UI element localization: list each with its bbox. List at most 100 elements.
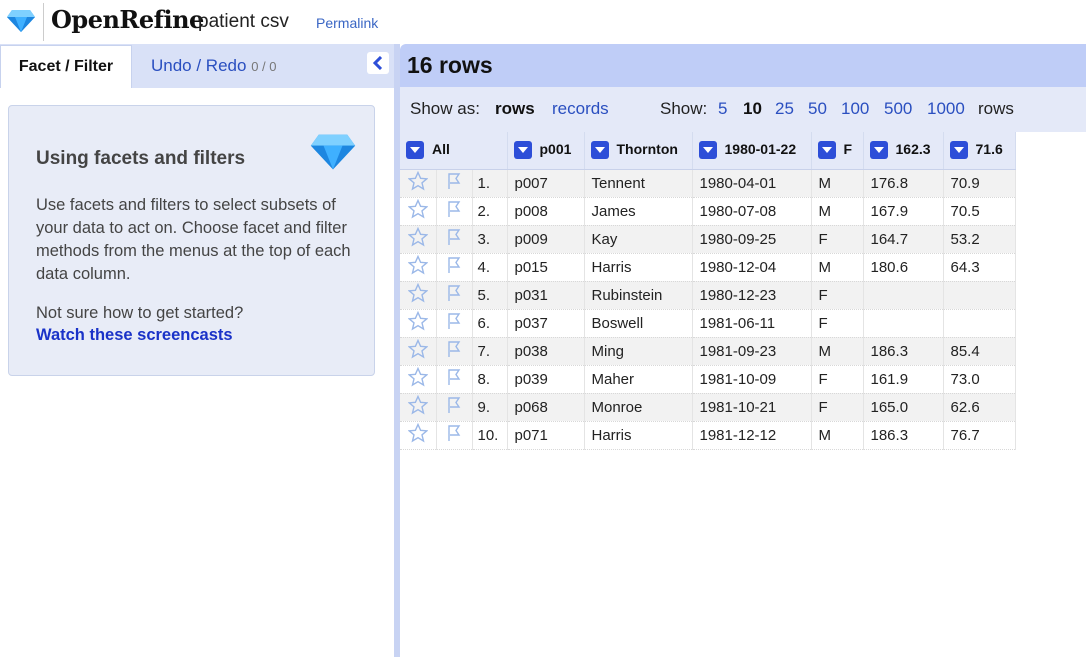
table-cell[interactable]: 186.3 (863, 421, 944, 450)
table-cell[interactable]: 1980-07-08 (692, 197, 812, 226)
tab-undo-redo[interactable]: Undo / Redo 0 / 0 (151, 56, 276, 76)
collapse-panel-button[interactable] (367, 52, 389, 74)
flag-icon[interactable] (444, 369, 464, 391)
star-cell[interactable] (400, 393, 437, 422)
table-cell[interactable]: M (811, 197, 864, 226)
page-size-500[interactable]: 500 (884, 99, 912, 119)
dropdown-arrow-icon[interactable] (869, 141, 888, 160)
table-cell[interactable]: 1980-09-25 (692, 225, 812, 254)
flag-cell[interactable] (436, 393, 473, 422)
flag-cell[interactable] (436, 197, 473, 226)
show-as-records[interactable]: records (552, 99, 609, 119)
table-cell[interactable]: 73.0 (943, 365, 1016, 394)
table-cell[interactable]: p015 (507, 253, 585, 282)
table-cell[interactable]: Harris (584, 421, 693, 450)
column-header-162[interactable]: 162.3 (863, 132, 944, 170)
table-cell[interactable]: 176.8 (863, 169, 944, 198)
flag-icon[interactable] (444, 341, 464, 363)
table-cell[interactable] (863, 309, 944, 338)
flag-icon[interactable] (444, 257, 464, 279)
dropdown-arrow-icon[interactable] (590, 141, 609, 160)
star-icon[interactable] (407, 310, 429, 335)
table-cell[interactable]: Maher (584, 365, 693, 394)
page-size-10[interactable]: 10 (743, 99, 762, 119)
star-cell[interactable] (400, 169, 437, 198)
flag-cell[interactable] (436, 309, 473, 338)
column-header-71[interactable]: 71.6 (943, 132, 1016, 170)
dropdown-arrow-icon[interactable] (698, 141, 717, 160)
table-cell[interactable]: F (811, 281, 864, 310)
diamond-icon[interactable] (6, 9, 36, 33)
table-cell[interactable]: 70.9 (943, 169, 1016, 198)
table-cell[interactable]: p008 (507, 197, 585, 226)
table-cell[interactable]: 70.5 (943, 197, 1016, 226)
table-cell[interactable]: M (811, 169, 864, 198)
table-cell[interactable]: 85.4 (943, 337, 1016, 366)
show-as-rows[interactable]: rows (495, 99, 535, 119)
dropdown-arrow-icon[interactable] (513, 141, 532, 160)
table-cell[interactable]: p037 (507, 309, 585, 338)
flag-cell[interactable] (436, 253, 473, 282)
flag-cell[interactable] (436, 225, 473, 254)
table-cell[interactable]: 1980-12-23 (692, 281, 812, 310)
table-cell[interactable]: F (811, 365, 864, 394)
table-cell[interactable]: 1980-12-04 (692, 253, 812, 282)
table-cell[interactable] (943, 281, 1016, 310)
table-cell[interactable]: 1981-06-11 (692, 309, 812, 338)
column-header-p001[interactable]: p001 (507, 132, 585, 170)
flag-icon[interactable] (444, 425, 464, 447)
table-cell[interactable]: F (811, 393, 864, 422)
star-cell[interactable] (400, 225, 437, 254)
table-cell[interactable]: 1980-04-01 (692, 169, 812, 198)
table-cell[interactable]: James (584, 197, 693, 226)
flag-cell[interactable] (436, 365, 473, 394)
table-cell[interactable]: 62.6 (943, 393, 1016, 422)
table-cell[interactable]: p038 (507, 337, 585, 366)
dropdown-arrow-icon[interactable] (817, 141, 836, 160)
table-cell[interactable]: Tennent (584, 169, 693, 198)
column-header-thornton[interactable]: Thornton (584, 132, 693, 170)
screencasts-link[interactable]: Watch these screencasts (36, 326, 233, 345)
star-cell[interactable] (400, 281, 437, 310)
flag-icon[interactable] (444, 313, 464, 335)
star-icon[interactable] (407, 282, 429, 307)
table-cell[interactable]: 161.9 (863, 365, 944, 394)
column-header-f[interactable]: F (811, 132, 864, 170)
tab-facet-filter[interactable]: Facet / Filter (0, 45, 132, 88)
page-size-1000[interactable]: 1000 (927, 99, 965, 119)
flag-icon[interactable] (444, 229, 464, 251)
dropdown-arrow-icon[interactable] (406, 141, 424, 160)
star-icon[interactable] (407, 394, 429, 419)
star-icon[interactable] (407, 366, 429, 391)
flag-icon[interactable] (444, 201, 464, 223)
column-header-date[interactable]: 1980-01-22 (692, 132, 812, 170)
star-icon[interactable] (407, 170, 429, 195)
table-cell[interactable]: p039 (507, 365, 585, 394)
table-cell[interactable]: 1981-10-09 (692, 365, 812, 394)
dropdown-arrow-icon[interactable] (949, 141, 968, 160)
flag-icon[interactable] (444, 285, 464, 307)
star-cell[interactable] (400, 337, 437, 366)
table-cell[interactable]: M (811, 421, 864, 450)
table-cell[interactable] (863, 281, 944, 310)
flag-cell[interactable] (436, 421, 473, 450)
star-cell[interactable] (400, 309, 437, 338)
table-cell[interactable]: Monroe (584, 393, 693, 422)
table-cell[interactable]: Ming (584, 337, 693, 366)
flag-cell[interactable] (436, 169, 473, 198)
table-cell[interactable]: 165.0 (863, 393, 944, 422)
table-cell[interactable]: Harris (584, 253, 693, 282)
table-cell[interactable]: p068 (507, 393, 585, 422)
star-icon[interactable] (407, 198, 429, 223)
table-cell[interactable]: p009 (507, 225, 585, 254)
table-cell[interactable]: Boswell (584, 309, 693, 338)
page-size-25[interactable]: 25 (775, 99, 794, 119)
table-cell[interactable]: M (811, 337, 864, 366)
table-cell[interactable]: Kay (584, 225, 693, 254)
star-icon[interactable] (407, 338, 429, 363)
star-cell[interactable] (400, 365, 437, 394)
flag-icon[interactable] (444, 397, 464, 419)
permalink-link[interactable]: Permalink (316, 15, 378, 31)
star-icon[interactable] (407, 226, 429, 251)
project-name[interactable]: patient csv (198, 11, 289, 33)
